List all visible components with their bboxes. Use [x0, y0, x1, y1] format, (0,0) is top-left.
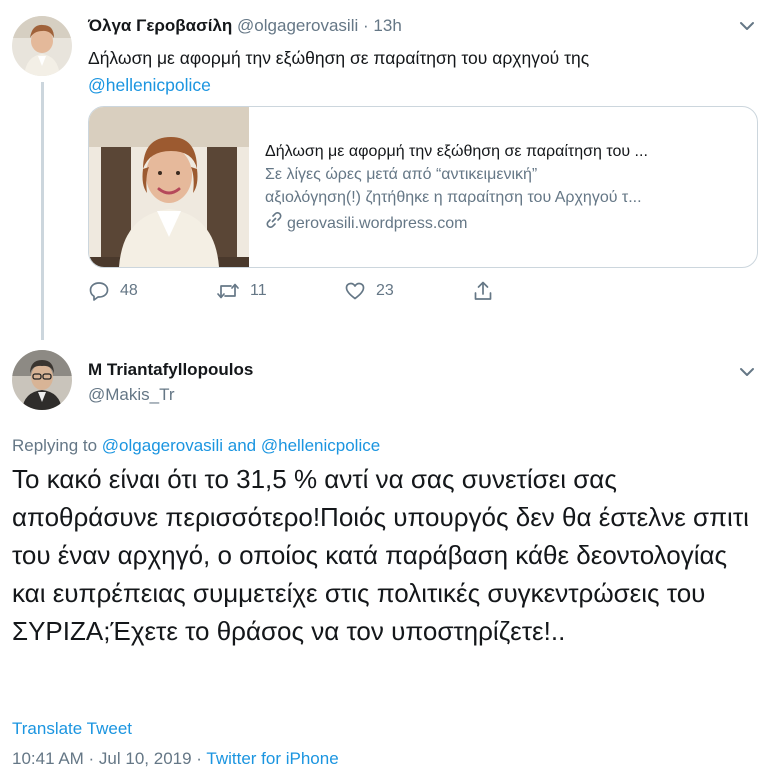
- replying-user2-link[interactable]: @hellenicpolice: [261, 436, 380, 455]
- reply-action[interactable]: 48: [88, 280, 138, 302]
- thread-connector: [41, 82, 44, 340]
- link-card[interactable]: Δήλωση με αφορμή την εξώθηση σε παραίτησ…: [88, 106, 758, 268]
- tweet1-header: Όλγα Γεροβασίλη @olgagerovasili · 13h: [88, 16, 402, 36]
- replying-to-line: Replying to @olgagerovasili and @helleni…: [12, 436, 380, 456]
- retweet-count: 11: [250, 282, 267, 299]
- tweet2-source-link[interactable]: Twitter for iPhone: [206, 749, 338, 768]
- link-card-title: Δήλωση με αφορμή την εξώθηση σε παραίτησ…: [265, 143, 648, 160]
- avatar-olga[interactable]: [12, 16, 72, 76]
- tweet1-mention-link[interactable]: @hellenicpolice: [88, 75, 211, 95]
- tweet2-meta: 10:41 AM · Jul 10, 2019 · Twitter for iP…: [12, 749, 339, 769]
- tweet1-body: Δήλωση με αφορμή την εξώθηση σε παραίτησ…: [88, 48, 590, 68]
- link-card-desc-line2: αξιολόγηση(!) ζητήθηκε η παραίτηση του Α…: [265, 189, 642, 206]
- replying-user1-link[interactable]: @olgagerovasili: [102, 436, 223, 455]
- replying-prefix: Replying to: [12, 436, 98, 455]
- tweet2-author-handle[interactable]: @Makis_Tr: [88, 385, 175, 405]
- tweet2-timestamp[interactable]: 10:41 AM · Jul 10, 2019: [12, 749, 192, 768]
- link-card-image: [89, 107, 249, 267]
- reply-icon: [88, 280, 110, 302]
- tweet2-body: Το κακό είναι ότι το 31,5 % αντί να σας …: [12, 464, 749, 646]
- heart-icon: [344, 280, 366, 302]
- link-card-description: Σε λίγες ώρες μετά από “αντικειμενική” α…: [265, 163, 735, 209]
- retweet-icon: [216, 280, 240, 302]
- like-count: 23: [376, 282, 394, 299]
- tweet1-more-caret-icon[interactable]: [737, 16, 757, 36]
- tweet2-author-name[interactable]: M Triantafyllopoulos: [88, 360, 253, 380]
- tweet1-author-name[interactable]: Όλγα Γεροβασίλη: [88, 16, 232, 35]
- link-card-url-row: gerovasili.wordpress.com: [265, 211, 745, 237]
- reply-count: 48: [120, 282, 138, 299]
- share-action[interactable]: [472, 280, 494, 302]
- replying-and: and: [227, 436, 257, 455]
- link-card-url: gerovasili.wordpress.com: [287, 215, 468, 232]
- meta-separator: ·: [191, 749, 207, 768]
- tweet1-author-handle[interactable]: @olgagerovasili: [237, 16, 358, 35]
- tweet1-time[interactable]: 13h: [373, 16, 401, 35]
- link-card-desc-line1: Σε λίγες ώρες μετά από “αντικειμενική”: [265, 166, 538, 183]
- retweet-action[interactable]: 11: [216, 280, 267, 302]
- tweet1-actions: 48 11 23: [88, 280, 508, 306]
- link-card-body: Δήλωση με αφορμή την εξώθηση σε παραίτησ…: [265, 141, 745, 237]
- translate-tweet-link[interactable]: Translate Tweet: [12, 719, 132, 739]
- avatar-triantafyllopoulos[interactable]: [12, 350, 72, 410]
- tweet2-more-caret-icon[interactable]: [737, 362, 757, 382]
- like-action[interactable]: 23: [344, 280, 394, 302]
- tweet1-text: Δήλωση με αφορμή την εξώθηση σε παραίτησ…: [88, 45, 748, 99]
- link-icon: [265, 211, 283, 237]
- share-icon: [472, 280, 494, 302]
- tweet1-separator: ·: [363, 16, 369, 35]
